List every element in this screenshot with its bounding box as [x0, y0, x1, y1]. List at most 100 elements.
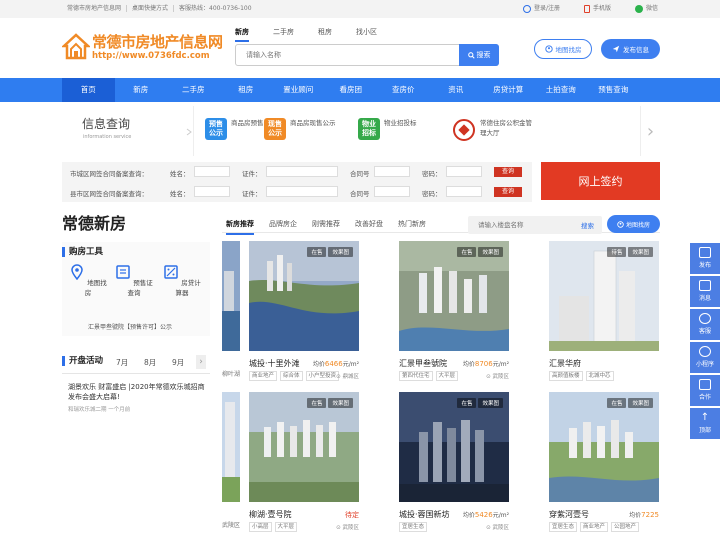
- property-bid-label: 物业招投标: [384, 119, 417, 127]
- user-icon: [522, 4, 531, 13]
- partial-card-1[interactable]: 柳叶湖: [222, 241, 240, 391]
- property-card[interactable]: 在售 效果图 汇景甲叁號院 均价8706元/m² 第四代住宅 大平层 ⊙ 武陵区: [399, 241, 509, 391]
- feature-tag: 综合体: [280, 371, 303, 381]
- price-unit: 元/m²: [492, 512, 509, 519]
- property-card[interactable]: 在售 效果图 柳湖·壹号院 待定 小高层 大平层 ⊙ 武陵区: [249, 392, 359, 532]
- rail-cooperation[interactable]: 合作: [690, 375, 720, 406]
- presale-news-ticker[interactable]: 汇景甲叁號院【预售许可】公示: [88, 322, 172, 331]
- search-tab-second[interactable]: 二手房: [273, 27, 294, 42]
- nav-consultant[interactable]: 置业顾问: [272, 78, 325, 102]
- feature-tag: 第四代住宅: [399, 371, 433, 381]
- tool-loan-calculator[interactable]: 房贷计算器: [160, 264, 204, 297]
- nav-news[interactable]: 资讯: [430, 78, 483, 102]
- activity-next-button[interactable]: ›: [196, 355, 206, 369]
- tool-certificate-query[interactable]: 预售证查询: [112, 264, 156, 297]
- rail-messages[interactable]: 消息: [690, 276, 720, 307]
- nav-land-query[interactable]: 土拍查询: [535, 78, 588, 102]
- city-id-input[interactable]: [266, 166, 338, 177]
- publish-button[interactable]: 发布信息: [601, 39, 660, 59]
- estate-search-button[interactable]: 搜索: [581, 220, 594, 230]
- headset-icon: [699, 313, 711, 324]
- city-contract-input[interactable]: [374, 166, 410, 177]
- housing-fund-item[interactable]: 常德住房公积金管理大厅: [452, 118, 534, 142]
- desktop-shortcut-link[interactable]: 桌面快捷方式: [127, 5, 175, 12]
- opening-activity-header: 开盘活动 7月 8月 9月 ›: [62, 352, 210, 372]
- property-image: [399, 392, 509, 502]
- nav-loan-calc[interactable]: 房贷计算: [482, 78, 535, 102]
- floating-toolbar: 发布 消息 客服 小程序 合作 ↑ 顶部: [690, 243, 720, 441]
- property-location: ⊙ 武陵区: [336, 525, 359, 531]
- county-query-row: 县市区网签合同备案查询： 姓名： 证件： 合同号 密码： 查询: [62, 182, 532, 202]
- county-query-button[interactable]: 查询: [494, 187, 522, 197]
- status-badge: 在售: [607, 398, 627, 408]
- estate-search-input[interactable]: [468, 216, 568, 234]
- property-card[interactable]: 在售 效果图 城投·蓉国新坊 均价5426元/m² 宜居生态 ⊙ 武陵区: [399, 392, 509, 532]
- tool-map-search[interactable]: 地图找房: [66, 264, 110, 297]
- city-query-button[interactable]: 查询: [494, 167, 522, 177]
- login-link[interactable]: 登录/注册: [522, 4, 560, 13]
- online-sign-button[interactable]: 网上签约: [541, 162, 660, 200]
- map-search-button[interactable]: 地图找房: [534, 39, 592, 59]
- search-button[interactable]: 搜索: [459, 44, 499, 66]
- property-name: 穿紫河壹号: [549, 510, 589, 519]
- city-password-input[interactable]: [446, 166, 482, 177]
- county-id-input[interactable]: [266, 186, 338, 197]
- rail-messages-label: 消息: [698, 295, 711, 302]
- rail-service-label: 客服: [698, 328, 711, 335]
- search-tab-community[interactable]: 找小区: [356, 27, 377, 42]
- county-contract-input[interactable]: [374, 186, 410, 197]
- location-label: 武陵区: [342, 525, 359, 531]
- month-tab-9[interactable]: 9月: [172, 357, 184, 368]
- site-logo[interactable]: 常德市房地产信息网 http://www.0736fdc.com: [62, 30, 223, 66]
- property-card[interactable]: 待售 效果图 汇景华府 高颜值板楼 北城中芯: [549, 241, 659, 391]
- county-name-input[interactable]: [194, 186, 230, 197]
- feature-tag: 小高层: [249, 522, 272, 532]
- nav-home[interactable]: 首页: [62, 78, 115, 102]
- price-prefix: 均价: [629, 512, 642, 519]
- county-password-input[interactable]: [446, 186, 482, 197]
- nav-new-house[interactable]: 新房: [115, 78, 168, 102]
- search-input[interactable]: [236, 45, 462, 65]
- feature-tag: 高颜值板楼: [549, 371, 583, 381]
- mobile-link[interactable]: 手机版: [583, 4, 611, 13]
- property-image: [549, 392, 659, 502]
- nav-price[interactable]: 查房价: [377, 78, 430, 102]
- wechat-label: 微信: [645, 5, 658, 12]
- price-prefix: 均价: [462, 361, 475, 368]
- status-badge: 待售: [607, 247, 627, 257]
- search-button-label: 搜索: [476, 51, 491, 59]
- property-price: 均价5426元/m²: [463, 510, 509, 519]
- activity-item[interactable]: 湖景欢乐 财富盛启 |2020年常德欢乐城招商发布会盛大启幕! 和瑞欢乐城二期 …: [68, 382, 210, 413]
- chevron-right-icon: ›: [199, 357, 203, 367]
- rail-publish[interactable]: 发布: [690, 243, 720, 274]
- feature-tag: 公园地产: [611, 522, 640, 532]
- month-tab-8[interactable]: 8月: [144, 357, 156, 368]
- rail-top[interactable]: ↑ 顶部: [690, 408, 720, 439]
- property-name: 城投·十里外滩: [249, 359, 300, 368]
- top-right-links: 登录/注册 手机版 微信: [522, 4, 658, 13]
- city-name-input[interactable]: [194, 166, 230, 177]
- partial-card-2[interactable]: 武陵区: [222, 392, 240, 532]
- wechat-link[interactable]: 微信: [634, 4, 658, 13]
- section-map-button[interactable]: 地图找房: [607, 215, 660, 233]
- search-tab-rent[interactable]: 租房: [318, 27, 332, 42]
- info-next-button[interactable]: ›: [640, 106, 660, 156]
- rail-mini-program[interactable]: 小程序: [690, 342, 720, 373]
- city-password-label: 密码：: [422, 170, 442, 178]
- month-tab-7[interactable]: 7月: [116, 357, 128, 368]
- property-bid-item[interactable]: 物业招标 物业招投标: [358, 118, 430, 140]
- chevron-right-icon: ›: [646, 120, 655, 142]
- nav-second-hand[interactable]: 二手房: [167, 78, 220, 102]
- nav-tour-group[interactable]: 看房团: [325, 78, 378, 102]
- nav-rent[interactable]: 租房: [220, 78, 273, 102]
- property-features: 第四代住宅 大平层: [399, 371, 459, 381]
- property-card[interactable]: 在售 效果图 城投·十里外滩 均价6466元/m² 商业地产 综合体 小户型投资…: [249, 241, 359, 391]
- feature-tag: 小户型投资: [305, 371, 340, 381]
- search-tab-new[interactable]: 新房: [235, 27, 249, 42]
- property-card[interactable]: 在售 效果图 穿紫河壹号 均价7225 宜居生态 商业地产 公园地产: [549, 392, 659, 532]
- property-image: [399, 241, 509, 351]
- rail-service[interactable]: 客服: [690, 309, 720, 340]
- nav-presale-query[interactable]: 预售查询: [587, 78, 640, 102]
- site-name-link[interactable]: 常德市房地产信息网: [62, 5, 128, 12]
- spot-sale-notice-item[interactable]: 现售公示 商品房现售公示: [264, 118, 336, 140]
